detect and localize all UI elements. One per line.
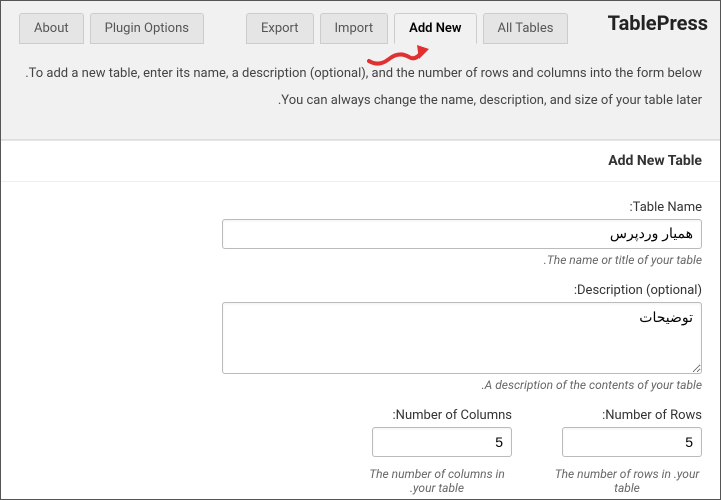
input-rows[interactable] xyxy=(562,427,702,457)
input-table-name[interactable] xyxy=(222,219,702,249)
field-columns: :Number of Columns The number of columns… xyxy=(362,408,512,495)
intro-text: .To add a new table, enter its name, a d… xyxy=(1,44,720,139)
tab-add-new[interactable]: Add New xyxy=(394,13,476,44)
tab-import[interactable]: Import xyxy=(320,13,389,44)
label-columns: :Number of Columns xyxy=(362,408,512,423)
input-description[interactable] xyxy=(222,302,702,374)
intro-line1: .To add a new table, enter its name, a d… xyxy=(19,62,702,85)
input-columns[interactable] xyxy=(372,427,512,457)
header: About Plugin Options Export Import Add N… xyxy=(1,1,720,140)
field-table-name: :Table Name .The name or title of your t… xyxy=(19,200,702,267)
tab-plugin-options[interactable]: Plugin Options xyxy=(90,13,204,44)
panel-title: Add New Table xyxy=(1,141,720,182)
tabs: About Plugin Options Export Import Add N… xyxy=(19,13,568,44)
help-description: .A description of the contents of your t… xyxy=(19,374,702,392)
help-rows: The number of rows in .your table xyxy=(552,463,702,495)
brand-title: TablePress xyxy=(608,11,708,35)
number-row: :Number of Columns The number of columns… xyxy=(19,408,702,495)
tab-about[interactable]: About xyxy=(19,13,84,44)
help-columns: The number of columns in .your table xyxy=(362,463,512,495)
label-rows: :Number of Rows xyxy=(552,408,702,423)
tab-export[interactable]: Export xyxy=(246,13,314,44)
label-table-name: :Table Name xyxy=(19,200,702,215)
add-new-panel: Add New Table :Table Name .The name or t… xyxy=(1,140,720,500)
intro-line2: .You can always change the name, descrip… xyxy=(19,89,702,112)
label-description: :Description (optional) xyxy=(19,283,702,298)
field-description: :Description (optional) .A description o… xyxy=(19,283,702,392)
help-table-name: .The name or title of your table xyxy=(19,249,702,267)
tab-all-tables[interactable]: All Tables xyxy=(483,13,569,44)
field-rows: :Number of Rows The number of rows in .y… xyxy=(552,408,702,495)
